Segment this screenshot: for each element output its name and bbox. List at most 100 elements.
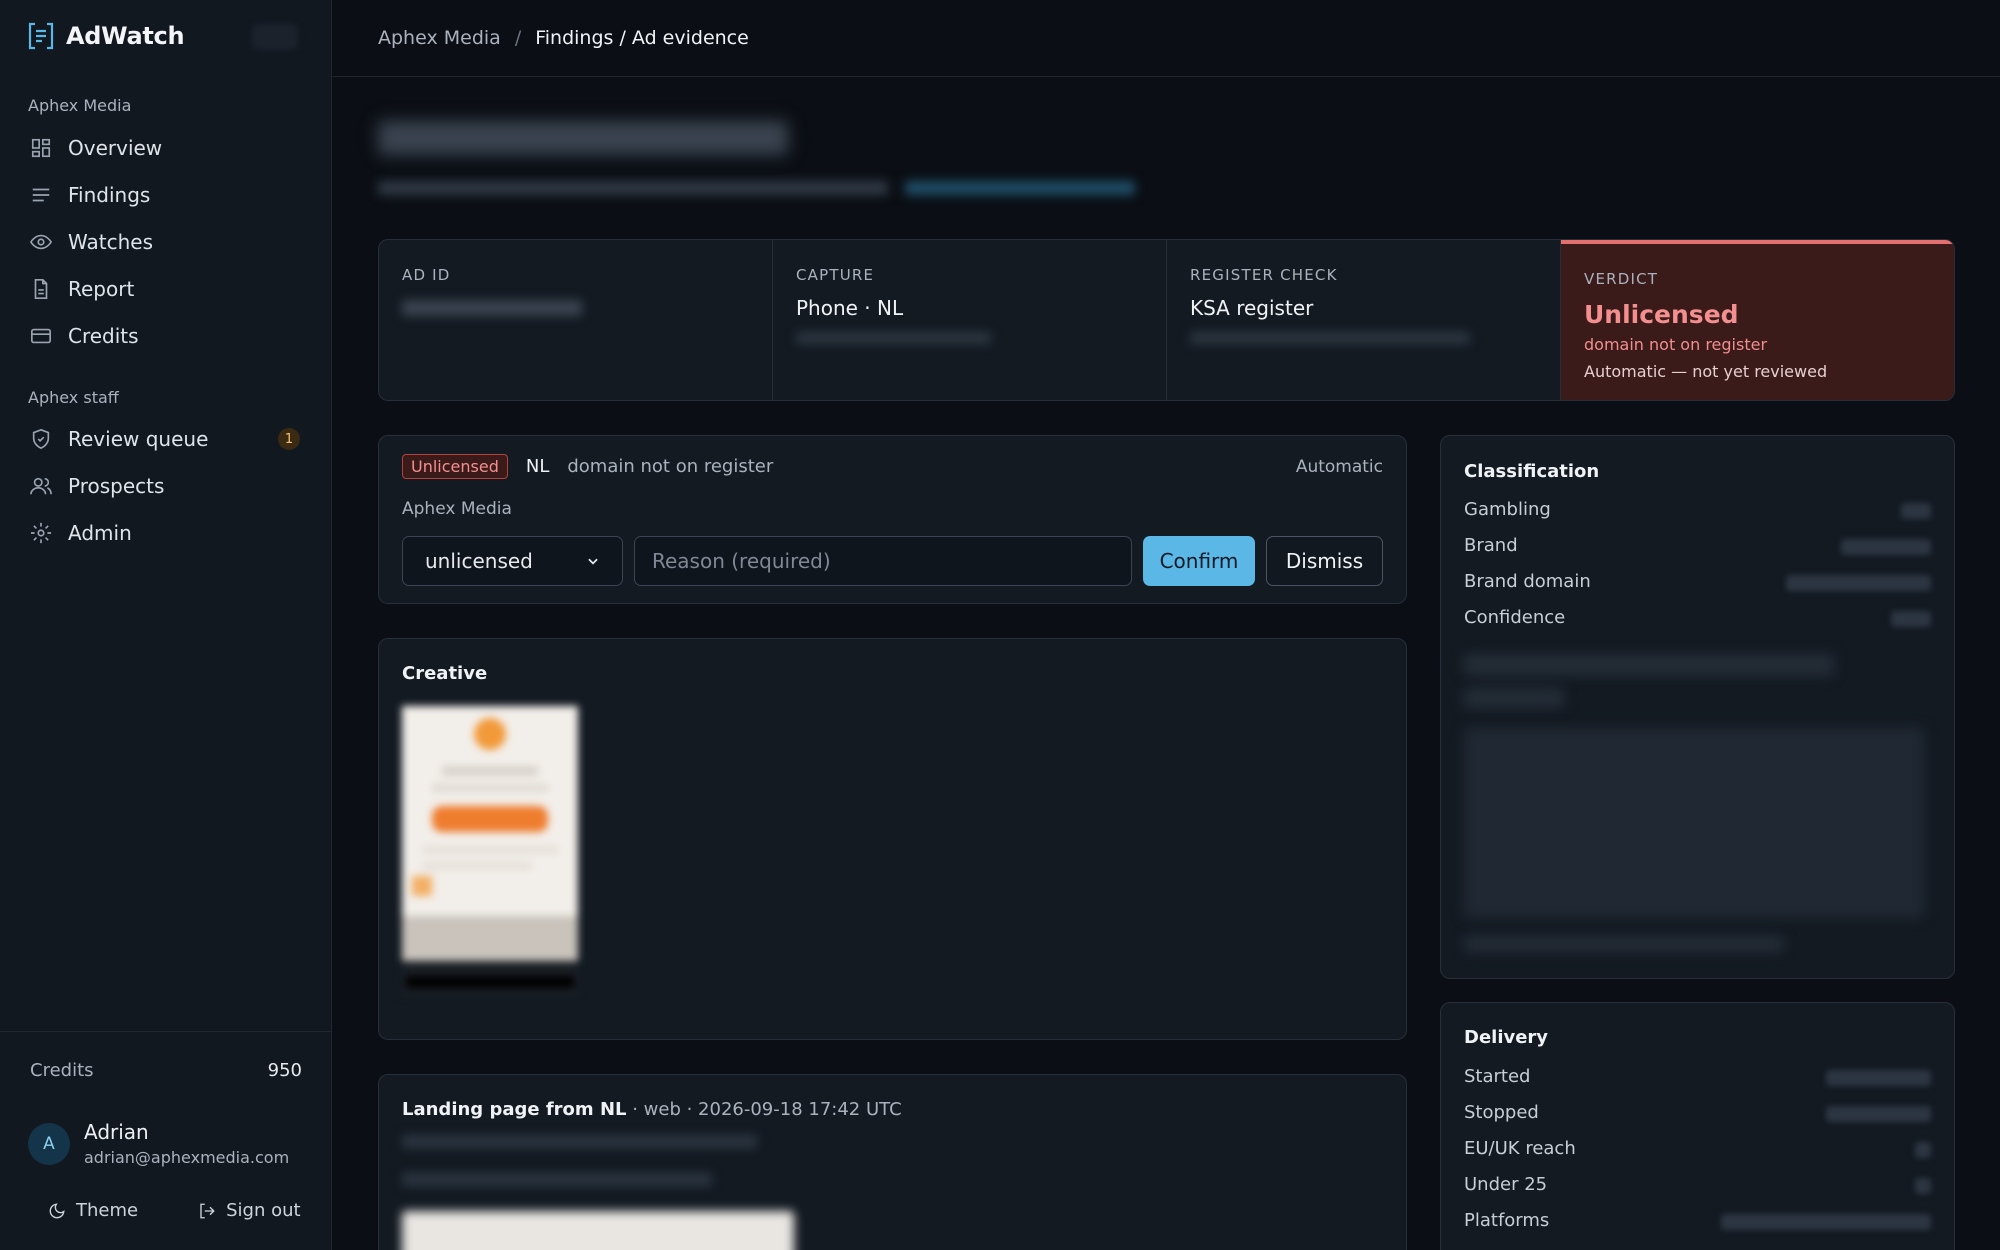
delivery-row: Under 25 [1464,1174,1931,1195]
sidebar-item-admin[interactable]: Admin [14,509,316,556]
findings-icon [32,188,50,201]
user-email: adrian@aphexmedia.com [84,1148,290,1167]
avatar: A [28,1122,70,1165]
sidebar-item-label: Credits [68,323,139,348]
ad-id-label: AD ID [402,266,451,284]
delivery-key: EU/UK reach [1464,1138,1576,1159]
credits-icon [31,328,51,343]
overview-icon [31,138,51,157]
classification-notes [1464,728,1924,918]
confirm-button[interactable]: Confirm [1143,536,1255,586]
creative-card: Creative [378,638,1407,1040]
classification-title: Classification [1464,461,1600,482]
landing-screenshot[interactable] [402,1211,794,1250]
delivery-key: Platforms [1464,1210,1550,1231]
theme-label: Theme [76,1200,139,1221]
sidebar-item-label: Watches [68,229,153,254]
landing-details [402,1173,712,1186]
delivery-row: Stopped [1464,1102,1931,1123]
register-check-meta [1190,332,1470,344]
sidebar-item-watches[interactable]: Watches [14,218,316,265]
breadcrumb-org[interactable]: Aphex Media [378,27,501,49]
review-queue-count-badge: 1 [278,428,300,450]
sidebar-item-label: Review queue [68,426,209,451]
sidebar-item-label: Overview [68,135,163,160]
sidebar-item-review-queue[interactable]: Review queue 1 [14,415,316,462]
landing-title: Landing page from NL [402,1099,627,1120]
classification-key: Gambling [1464,499,1551,520]
breadcrumb-separator: / [514,27,522,49]
delivery-title: Delivery [1464,1027,1549,1048]
verdict-reason: domain not on register [1584,335,1768,354]
sidebar-item-label: Prospects [68,473,165,498]
finding-reason: domain not on register [567,456,774,477]
verdict-select[interactable]: unlicensed [402,536,623,586]
delivery-row: EU/UK reach [1464,1138,1931,1159]
landing-url[interactable] [402,1135,757,1148]
moon-icon [49,1202,65,1218]
shield-check-icon [32,428,50,449]
sidebar-item-credits[interactable]: Credits [14,312,316,359]
delivery-key: Stopped [1464,1102,1539,1123]
sign-out-icon [200,1203,215,1218]
org-section-label: Aphex Media [28,96,132,115]
status-badge: Unlicensed [402,454,508,479]
eye-icon [30,234,52,249]
delivery-row: Started [1464,1066,1931,1087]
classification-tags [1464,654,1834,676]
dismiss-button[interactable]: Dismiss [1266,536,1383,586]
finding-org: Aphex Media [402,499,512,519]
classification-key: Brand domain [1464,571,1591,592]
staff-section-label: Aphex staff [28,388,119,407]
user-profile[interactable]: A Adrian adrian@aphexmedia.com [28,1120,289,1167]
sidebar-footer: Credits 950 A Adrian adrian@aphexmedia.c… [0,1031,332,1250]
classification-key: Brand [1464,535,1518,556]
credits-summary: Credits 950 [30,1060,302,1081]
finding-action-card: Unlicensed NL domain not on register Aut… [378,435,1407,604]
capture-value: Phone · NL [796,296,904,320]
delivery-card: Delivery Started Stopped EU/UK reach Und… [1440,1002,1955,1250]
report-icon [34,278,48,299]
classification-row: Brand domain [1464,571,1931,592]
reason-input-placeholder: Reason (required) [652,549,831,573]
credits-value: 950 [267,1060,302,1081]
collapse-sidebar-button[interactable] [252,24,298,50]
brand[interactable]: AdWatch [28,20,185,52]
sidebar-item-report[interactable]: Report [14,265,316,312]
sidebar-item-prospects[interactable]: Prospects [14,462,316,509]
user-name: Adrian [84,1120,149,1144]
app-name: AdWatch [66,22,185,50]
delivery-key: Under 25 [1464,1174,1548,1195]
theme-button[interactable]: Theme [48,1200,138,1221]
verdict-cell: VERDICT Unlicensed domain not on registe… [1561,240,1954,400]
classification-row: Brand [1464,535,1931,556]
finding-country: NL [525,456,550,477]
sidebar-item-overview[interactable]: Overview [14,124,316,171]
reason-input[interactable]: Reason (required) [634,536,1132,586]
creative-title: Creative [402,663,488,684]
ad-id-cell: AD ID [379,240,773,400]
capture-label: CAPTURE [796,266,875,284]
breadcrumb: Aphex Media / Findings / Ad evidence [333,0,2000,77]
page-title [378,120,788,164]
sign-out-button[interactable]: Sign out [198,1200,301,1221]
classification-row: Confidence [1464,607,1931,628]
verdict-value: Unlicensed [1584,300,1739,329]
landing-heading: Landing page from NL · web · 2026-09-18 … [402,1099,902,1120]
landing-page-card: Landing page from NL · web · 2026-09-18 … [378,1074,1407,1250]
delivery-key: Started [1464,1066,1531,1087]
capture-cell: CAPTURE Phone · NL [773,240,1167,400]
sign-out-label: Sign out [226,1200,301,1221]
sidebar-item-findings[interactable]: Findings [14,171,316,218]
chevron-down-icon [588,558,598,565]
creative-thumbnail[interactable] [402,706,578,996]
ad-id-value [402,300,582,316]
classification-key: Confidence [1464,607,1566,628]
gear-icon [30,522,52,543]
classification-tags-more [1464,688,1564,708]
classification-row: Gambling [1464,499,1931,520]
register-check-label: REGISTER CHECK [1190,266,1338,284]
breadcrumb-current: Findings / Ad evidence [535,27,749,49]
sidebar: AdWatch Aphex Media Overview Findings Wa… [0,0,332,1250]
main-nav: Overview Findings Watches Report Credits [14,124,316,359]
